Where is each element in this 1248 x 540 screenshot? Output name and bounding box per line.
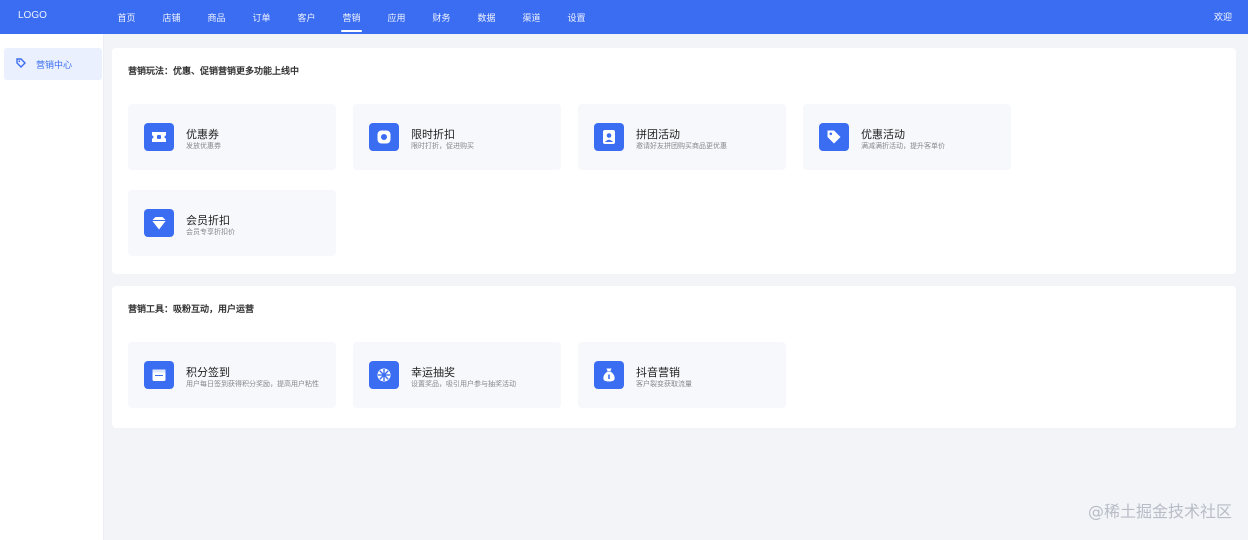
money-bag-icon <box>594 361 624 389</box>
sidebar: 营销中心 <box>0 34 104 540</box>
diamond-icon <box>144 209 174 237</box>
card-title: 拼团活动 <box>636 129 680 141</box>
user-icon <box>594 123 624 151</box>
card-description: 发放优惠券 <box>186 143 221 150</box>
card-lucky-draw[interactable]: 幸运抽奖 设置奖品，吸引用户参与抽奖活动 <box>353 342 561 408</box>
card-title: 幸运抽奖 <box>411 367 455 379</box>
card-title: 积分签到 <box>186 367 230 379</box>
card-promotion[interactable]: 优惠活动 满减满折活动，提升客单价 <box>803 104 1011 170</box>
card-title: 限时折扣 <box>411 129 455 141</box>
card-description: 邀请好友拼团购买商品更优惠 <box>636 143 727 150</box>
watermark: @稀土掘金技术社区 <box>1087 502 1232 521</box>
card-checkin-points[interactable]: 积分签到 用户每日签到获得积分奖励，提高用户粘性 <box>128 342 336 408</box>
main-nav: 首页 店铺 商品 订单 客户 营销 应用 财务 数据 渠道 设置 <box>104 0 599 34</box>
card-description: 设置奖品，吸引用户参与抽奖活动 <box>411 381 516 388</box>
card-title: 优惠券 <box>186 129 219 141</box>
card-title: 优惠活动 <box>861 129 905 141</box>
nav-item-products[interactable]: 商品 <box>194 0 239 34</box>
nav-item-finance[interactable]: 财务 <box>419 0 464 34</box>
sidebar-item-marketing-center[interactable]: 营销中心 <box>4 48 102 80</box>
nav-item-channels[interactable]: 渠道 <box>509 0 554 34</box>
card-title: 会员折扣 <box>186 215 230 227</box>
wheel-icon <box>369 361 399 389</box>
user-menu[interactable]: 欢迎 <box>1214 10 1232 23</box>
card-member-discount[interactable]: 会员折扣 会员专享折扣价 <box>128 190 336 256</box>
nav-item-home[interactable]: 首页 <box>104 0 149 34</box>
top-navigation-bar: LOGO 首页 店铺 商品 订单 客户 营销 应用 财务 数据 渠道 设置 欢迎 <box>0 0 1248 34</box>
nav-item-shop[interactable]: 店铺 <box>149 0 194 34</box>
card-description: 限时打折，促进购买 <box>411 143 474 150</box>
nav-item-marketing[interactable]: 营销 <box>329 0 374 34</box>
logo: LOGO <box>18 10 47 21</box>
section-title: 营销玩法：优惠、促销营销更多功能上线中 <box>128 66 300 76</box>
card-description: 满减满折活动，提升客单价 <box>861 143 945 150</box>
card-douyin-marketing[interactable]: 抖音营销 客户裂变获取流量 <box>578 342 786 408</box>
card-title: 抖音营销 <box>636 367 680 379</box>
marketing-tools-panel: 营销工具：吸粉互动，用户运营 积分签到 用户每日签到获得积分奖励，提高用户粘性 … <box>112 286 1236 428</box>
card-group-buy[interactable]: 拼团活动 邀请好友拼团购买商品更优惠 <box>578 104 786 170</box>
card-description: 会员专享折扣价 <box>186 229 235 236</box>
nav-item-data[interactable]: 数据 <box>464 0 509 34</box>
nav-item-orders[interactable]: 订单 <box>239 0 284 34</box>
nav-item-apps[interactable]: 应用 <box>374 0 419 34</box>
nav-item-settings[interactable]: 设置 <box>554 0 599 34</box>
card-flash-sale[interactable]: 限时折扣 限时打折，促进购买 <box>353 104 561 170</box>
section-title: 营销工具：吸粉互动，用户运营 <box>128 304 255 314</box>
card-description: 用户每日签到获得积分奖励，提高用户粘性 <box>186 381 319 388</box>
card-description: 客户裂变获取流量 <box>636 381 692 388</box>
card-coupon[interactable]: 优惠券 发放优惠券 <box>128 104 336 170</box>
clock-icon <box>369 123 399 151</box>
marketing-features-panel: 营销玩法：优惠、促销营销更多功能上线中 优惠券 发放优惠券 限时折扣 限时打折，… <box>112 48 1236 274</box>
sidebar-item-label: 营销中心 <box>36 59 73 70</box>
price-tag-icon <box>819 123 849 151</box>
nav-item-customers[interactable]: 客户 <box>284 0 329 34</box>
ticket-icon <box>144 123 174 151</box>
tag-icon <box>16 57 26 71</box>
calendar-icon <box>144 361 174 389</box>
